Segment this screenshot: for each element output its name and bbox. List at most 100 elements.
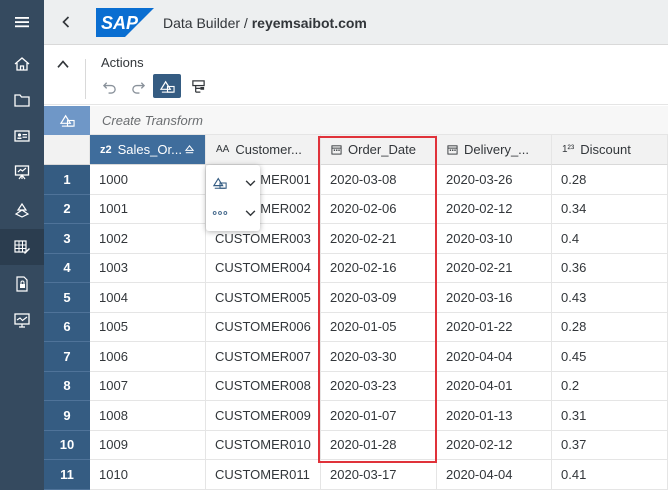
column-header-order-date[interactable]: Order_Date xyxy=(321,135,437,165)
cell-order-date[interactable]: 2020-03-08 xyxy=(321,165,437,195)
cell-customer[interactable]: CUSTOMER011 xyxy=(206,460,321,490)
cell-discount[interactable]: 0.45 xyxy=(552,342,668,372)
cell-customer[interactable]: CUSTOMER005 xyxy=(206,283,321,313)
row-number[interactable]: 3 xyxy=(44,224,90,254)
cell-delivery-date[interactable]: 2020-04-04 xyxy=(437,460,552,490)
column-label: Customer... xyxy=(235,142,302,157)
redo-button[interactable] xyxy=(126,75,150,97)
cell-sales-order[interactable]: 1005 xyxy=(90,312,206,342)
cell-discount[interactable]: 0.41 xyxy=(552,460,668,490)
create-transform-button[interactable] xyxy=(44,106,90,135)
cell-delivery-date[interactable]: 2020-01-22 xyxy=(437,312,552,342)
cell-order-date[interactable]: 2020-02-06 xyxy=(321,194,437,224)
transform-icon xyxy=(212,177,227,189)
cell-discount[interactable]: 0.37 xyxy=(552,430,668,460)
cell-delivery-date[interactable]: 2020-03-10 xyxy=(437,224,552,254)
cell-sales-order[interactable]: 1007 xyxy=(90,371,206,401)
cell-sales-order[interactable]: 1008 xyxy=(90,401,206,431)
nav-story-builder[interactable] xyxy=(0,154,44,190)
cell-sales-order[interactable]: 1004 xyxy=(90,283,206,313)
sort-icon xyxy=(184,145,195,154)
cell-discount[interactable]: 0.4 xyxy=(552,224,668,254)
nav-monitor[interactable] xyxy=(0,302,44,338)
nav-home[interactable] xyxy=(0,46,44,82)
transform-icon xyxy=(159,80,175,93)
cell-customer[interactable]: CUSTOMER006 xyxy=(206,312,321,342)
cell-order-date[interactable]: 2020-02-16 xyxy=(321,253,437,283)
row-number[interactable]: 11 xyxy=(44,460,90,490)
nav-menu-button[interactable] xyxy=(0,4,44,40)
cell-order-date[interactable]: 2020-02-21 xyxy=(321,224,437,254)
transform-button[interactable] xyxy=(153,74,181,98)
cell-sales-order[interactable]: 1009 xyxy=(90,430,206,460)
cell-order-date[interactable]: 2020-03-17 xyxy=(321,460,437,490)
structure-icon xyxy=(191,79,205,93)
more-icon xyxy=(212,211,228,215)
nav-repository[interactable] xyxy=(0,82,44,118)
cell-customer[interactable]: CUSTOMER008 xyxy=(206,371,321,401)
cell-customer[interactable]: CUSTOMER004 xyxy=(206,253,321,283)
cell-delivery-date[interactable]: 2020-03-16 xyxy=(437,283,552,313)
cell-delivery-date[interactable]: 2020-03-26 xyxy=(437,165,552,195)
row-number[interactable]: 6 xyxy=(44,312,90,342)
cell-discount[interactable]: 0.43 xyxy=(552,283,668,313)
row-number[interactable]: 4 xyxy=(44,253,90,283)
row-number[interactable]: 8 xyxy=(44,371,90,401)
cell-order-date[interactable]: 2020-03-09 xyxy=(321,283,437,313)
cell-discount[interactable]: 0.28 xyxy=(552,165,668,195)
create-transform-input[interactable]: Create Transform xyxy=(102,113,203,128)
row-number[interactable]: 9 xyxy=(44,401,90,431)
back-button[interactable] xyxy=(56,12,76,32)
table-corner xyxy=(44,135,90,165)
home-icon xyxy=(14,57,30,71)
undo-button[interactable] xyxy=(97,75,121,97)
cell-discount[interactable]: 0.2 xyxy=(552,371,668,401)
cell-customer[interactable]: CUSTOMER007 xyxy=(206,342,321,372)
column-header-delivery-date[interactable]: Delivery_... xyxy=(437,135,552,165)
nav-security[interactable] xyxy=(0,266,44,302)
column-header-customer[interactable]: AA Customer... xyxy=(206,135,321,165)
cell-delivery-date[interactable]: 2020-01-13 xyxy=(437,401,552,431)
cell-delivery-date[interactable]: 2020-02-12 xyxy=(437,194,552,224)
cell-discount[interactable]: 0.31 xyxy=(552,401,668,431)
nav-business-builder[interactable] xyxy=(0,118,44,154)
cell-sales-order[interactable]: 1006 xyxy=(90,342,206,372)
id-card-icon xyxy=(14,130,30,142)
structure-button[interactable] xyxy=(186,75,210,97)
column-action-popover xyxy=(206,165,260,231)
cell-sales-order[interactable]: 1002 xyxy=(90,224,206,254)
cell-order-date[interactable]: 2020-01-28 xyxy=(321,430,437,460)
row-number[interactable]: 7 xyxy=(44,342,90,372)
cell-sales-order[interactable]: 1001 xyxy=(90,194,206,224)
cell-discount[interactable]: 0.34 xyxy=(552,194,668,224)
cell-customer[interactable]: CUSTOMER009 xyxy=(206,401,321,431)
nav-data-flows[interactable] xyxy=(0,192,44,228)
cell-discount[interactable]: 0.28 xyxy=(552,312,668,342)
column-header-sales-order[interactable]: z2 Sales_Or... xyxy=(90,135,206,165)
transform-menu-button[interactable] xyxy=(212,171,256,195)
sap-logo: SAP xyxy=(96,8,154,37)
cell-order-date[interactable]: 2020-03-30 xyxy=(321,342,437,372)
cell-order-date[interactable]: 2020-03-23 xyxy=(321,371,437,401)
column-header-discount[interactable]: 1²³ Discount xyxy=(552,135,668,165)
cell-customer[interactable]: CUSTOMER010 xyxy=(206,430,321,460)
row-number[interactable]: 1 xyxy=(44,165,90,195)
cell-delivery-date[interactable]: 2020-04-04 xyxy=(437,342,552,372)
secure-doc-icon xyxy=(16,276,28,292)
more-actions-button[interactable] xyxy=(212,201,256,225)
collapse-toolbar-button[interactable] xyxy=(52,53,74,75)
row-number[interactable]: 2 xyxy=(44,194,90,224)
cell-order-date[interactable]: 2020-01-07 xyxy=(321,401,437,431)
cell-sales-order[interactable]: 1003 xyxy=(90,253,206,283)
cell-order-date[interactable]: 2020-01-05 xyxy=(321,312,437,342)
column-label: Sales_Or... xyxy=(117,142,182,157)
cell-delivery-date[interactable]: 2020-02-12 xyxy=(437,430,552,460)
row-number[interactable]: 10 xyxy=(44,430,90,460)
nav-data-builder[interactable] xyxy=(0,229,44,265)
cell-delivery-date[interactable]: 2020-04-01 xyxy=(437,371,552,401)
cell-delivery-date[interactable]: 2020-02-21 xyxy=(437,253,552,283)
cell-sales-order[interactable]: 1000 xyxy=(90,165,206,195)
row-number[interactable]: 5 xyxy=(44,283,90,313)
cell-discount[interactable]: 0.36 xyxy=(552,253,668,283)
cell-sales-order[interactable]: 1010 xyxy=(90,460,206,490)
